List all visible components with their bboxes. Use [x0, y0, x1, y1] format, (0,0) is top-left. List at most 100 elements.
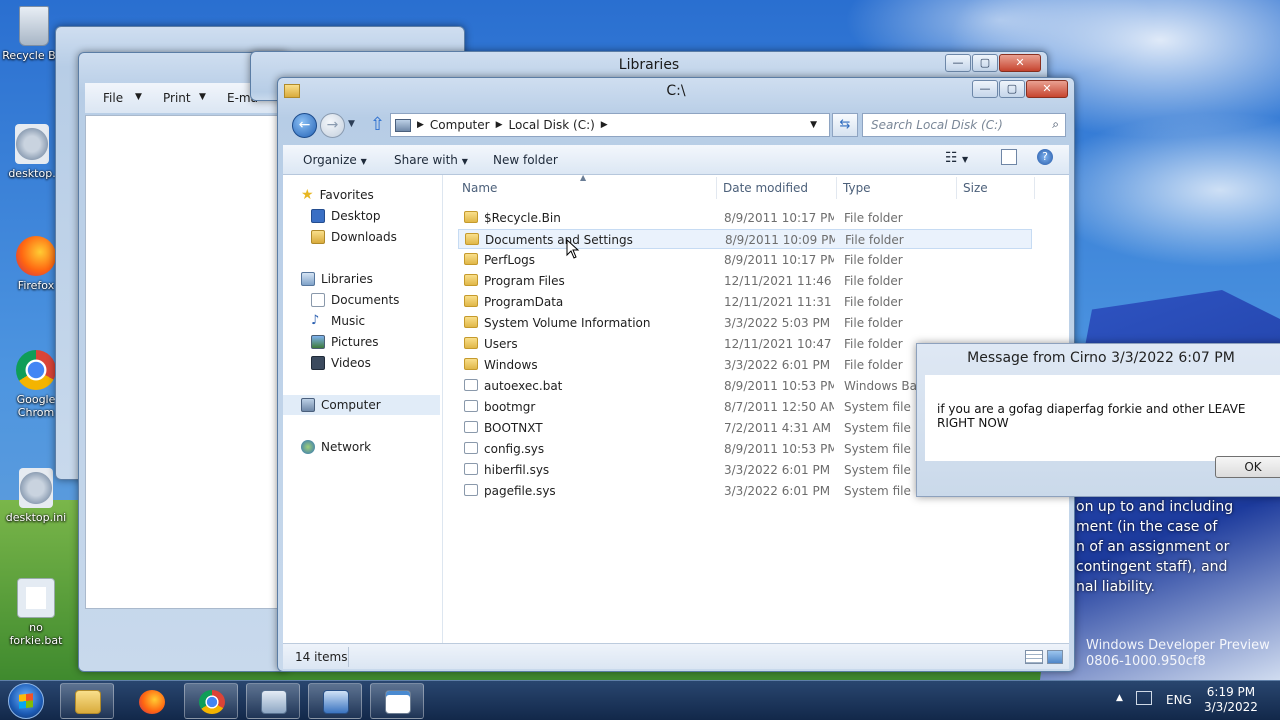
taskbar-control-panel[interactable]: [246, 683, 300, 719]
navigation-pane: ★ Favorites Desktop Downloads Libraries D…: [283, 175, 443, 643]
column-header-date[interactable]: Date modified: [723, 181, 808, 195]
nav-label: Documents: [331, 293, 400, 307]
share-with-button[interactable]: Share with ▼: [394, 153, 468, 167]
music-icon: ♪: [311, 313, 320, 328]
file-row[interactable]: ProgramData 12/11/2021 11:31 ... File fold…: [458, 292, 1032, 312]
column-divider[interactable]: [1034, 177, 1035, 199]
documents-icon: [311, 293, 325, 307]
recent-pages-chevron-icon[interactable]: ▼: [348, 119, 355, 129]
clock[interactable]: 6:19 PM 3/3/2022: [1204, 685, 1258, 715]
back-window-2[interactable]: File ▼ Print ▼ E-ma: [78, 52, 288, 672]
taskbar-notepad[interactable]: [370, 683, 424, 719]
breadcrumb-separator-icon: ▶: [417, 120, 424, 130]
new-folder-button[interactable]: New folder: [493, 153, 558, 167]
file-date: 12/11/2021 11:46 ...: [724, 274, 834, 288]
computer-icon: [301, 398, 315, 412]
chevron-down-icon: ▼: [360, 157, 367, 166]
menu-print[interactable]: Print: [163, 91, 191, 105]
nav-label: Network: [321, 440, 372, 454]
file-name: Program Files: [484, 274, 565, 288]
file-name: ProgramData: [484, 295, 564, 309]
chrome-icon: [199, 690, 225, 714]
start-button[interactable]: [8, 683, 44, 719]
libraries-icon: [301, 272, 315, 286]
up-arrow-icon[interactable]: ⇧: [370, 114, 385, 135]
help-icon[interactable]: ?: [1037, 149, 1053, 165]
taskbar-firefox[interactable]: [124, 683, 178, 719]
nav-pictures[interactable]: Pictures: [283, 332, 440, 352]
nav-desktop[interactable]: Desktop: [283, 206, 440, 226]
close-button[interactable]: ✕: [1026, 80, 1068, 98]
file-row[interactable]: Documents and Settings 8/9/2011 10:09 PM F…: [458, 229, 1032, 249]
nav-computer[interactable]: Computer: [283, 395, 440, 415]
nav-libraries[interactable]: Libraries: [283, 269, 440, 289]
file-row[interactable]: PerfLogs 8/9/2011 10:17 PM File folder: [458, 250, 1032, 270]
settings-file-icon: [15, 124, 49, 164]
language-indicator[interactable]: ENG: [1166, 693, 1192, 707]
taskbar-chrome[interactable]: [184, 683, 238, 719]
nav-videos[interactable]: Videos: [283, 353, 440, 373]
file-name: $Recycle.Bin: [484, 211, 561, 225]
taskbar-explorer[interactable]: [60, 683, 114, 719]
menu-file[interactable]: File: [103, 91, 123, 105]
maximize-button[interactable]: ▢: [999, 80, 1025, 98]
organize-button[interactable]: Organize ▼: [303, 153, 367, 167]
file-icon: [464, 463, 478, 475]
status-divider: [348, 647, 349, 667]
minimize-button[interactable]: —: [945, 54, 971, 72]
nav-favorites[interactable]: ★ Favorites: [301, 185, 440, 205]
chevron-down-icon: ▼: [135, 92, 142, 102]
mouse-cursor-icon: [566, 239, 580, 259]
nav-downloads[interactable]: Downloads: [283, 227, 440, 247]
file-date: 3/3/2022 6:01 PM: [724, 358, 831, 372]
breadcrumb-local-disk[interactable]: Local Disk (C:): [509, 118, 595, 132]
desktop-icon-no-forkie-bat[interactable]: no forkie.bat: [2, 578, 70, 647]
item-count: 14 items: [295, 650, 348, 664]
chevron-down-icon: ▼: [461, 157, 468, 166]
maximize-button[interactable]: ▢: [972, 54, 998, 72]
column-divider[interactable]: [836, 177, 837, 199]
search-input[interactable]: Search Local Disk (C:) ⌕: [862, 113, 1066, 137]
close-button[interactable]: ✕: [999, 54, 1041, 72]
file-row[interactable]: System Volume Information 3/3/2022 5:03 P…: [458, 313, 1032, 333]
column-header-name[interactable]: Name: [462, 181, 497, 195]
breadcrumb-computer[interactable]: Computer: [430, 118, 490, 132]
nav-label: Computer: [321, 398, 381, 412]
large-icons-view-icon[interactable]: [1047, 650, 1063, 664]
column-header-size[interactable]: Size: [963, 181, 988, 195]
minimize-button[interactable]: —: [972, 80, 998, 98]
file-row[interactable]: Program Files 12/11/2021 11:46 ... File fo…: [458, 271, 1032, 291]
details-view-icon[interactable]: [1025, 650, 1043, 664]
show-hidden-icons-icon[interactable]: ▲: [1116, 693, 1123, 703]
file-name: config.sys: [484, 442, 545, 456]
nav-music[interactable]: ♪ Music: [283, 311, 440, 331]
refresh-button[interactable]: ⇆: [832, 113, 858, 137]
notepad-icon: [385, 690, 411, 714]
folder-icon: [464, 211, 478, 223]
network-icon[interactable]: [1136, 691, 1152, 705]
file-name: hiberfil.sys: [484, 463, 550, 477]
folder-icon: [464, 274, 478, 286]
back-button[interactable]: ←: [292, 113, 317, 138]
column-header-type[interactable]: Type: [843, 181, 871, 195]
address-box[interactable]: ▶ Computer ▶ Local Disk (C:) ▶ ▼: [390, 113, 830, 137]
chrome-icon: [16, 350, 56, 390]
ok-button[interactable]: OK: [1215, 456, 1280, 478]
message-dialog[interactable]: Message from Cirno 3/3/2022 6:07 PM if y…: [916, 343, 1280, 497]
dialog-title: Message from Cirno 3/3/2022 6:07 PM: [967, 350, 1235, 366]
column-divider[interactable]: [716, 177, 717, 199]
forward-button[interactable]: →: [320, 113, 345, 138]
view-options-icon[interactable]: ☷ ▼: [945, 150, 968, 166]
address-dropdown-icon[interactable]: ▼: [810, 120, 817, 130]
preview-pane-icon[interactable]: [1001, 149, 1017, 165]
file-icon: [464, 484, 478, 496]
nav-network[interactable]: Network: [283, 437, 440, 457]
sort-arrow-icon: ▲: [580, 173, 587, 182]
taskbar-window[interactable]: [308, 683, 362, 719]
column-divider[interactable]: [956, 177, 957, 199]
nav-documents[interactable]: Documents: [283, 290, 440, 310]
window-icon: [323, 690, 349, 714]
computer-icon: [395, 118, 411, 132]
file-row[interactable]: $Recycle.Bin 8/9/2011 10:17 PM File folder: [458, 208, 1032, 228]
nav-label: Music: [331, 314, 366, 328]
